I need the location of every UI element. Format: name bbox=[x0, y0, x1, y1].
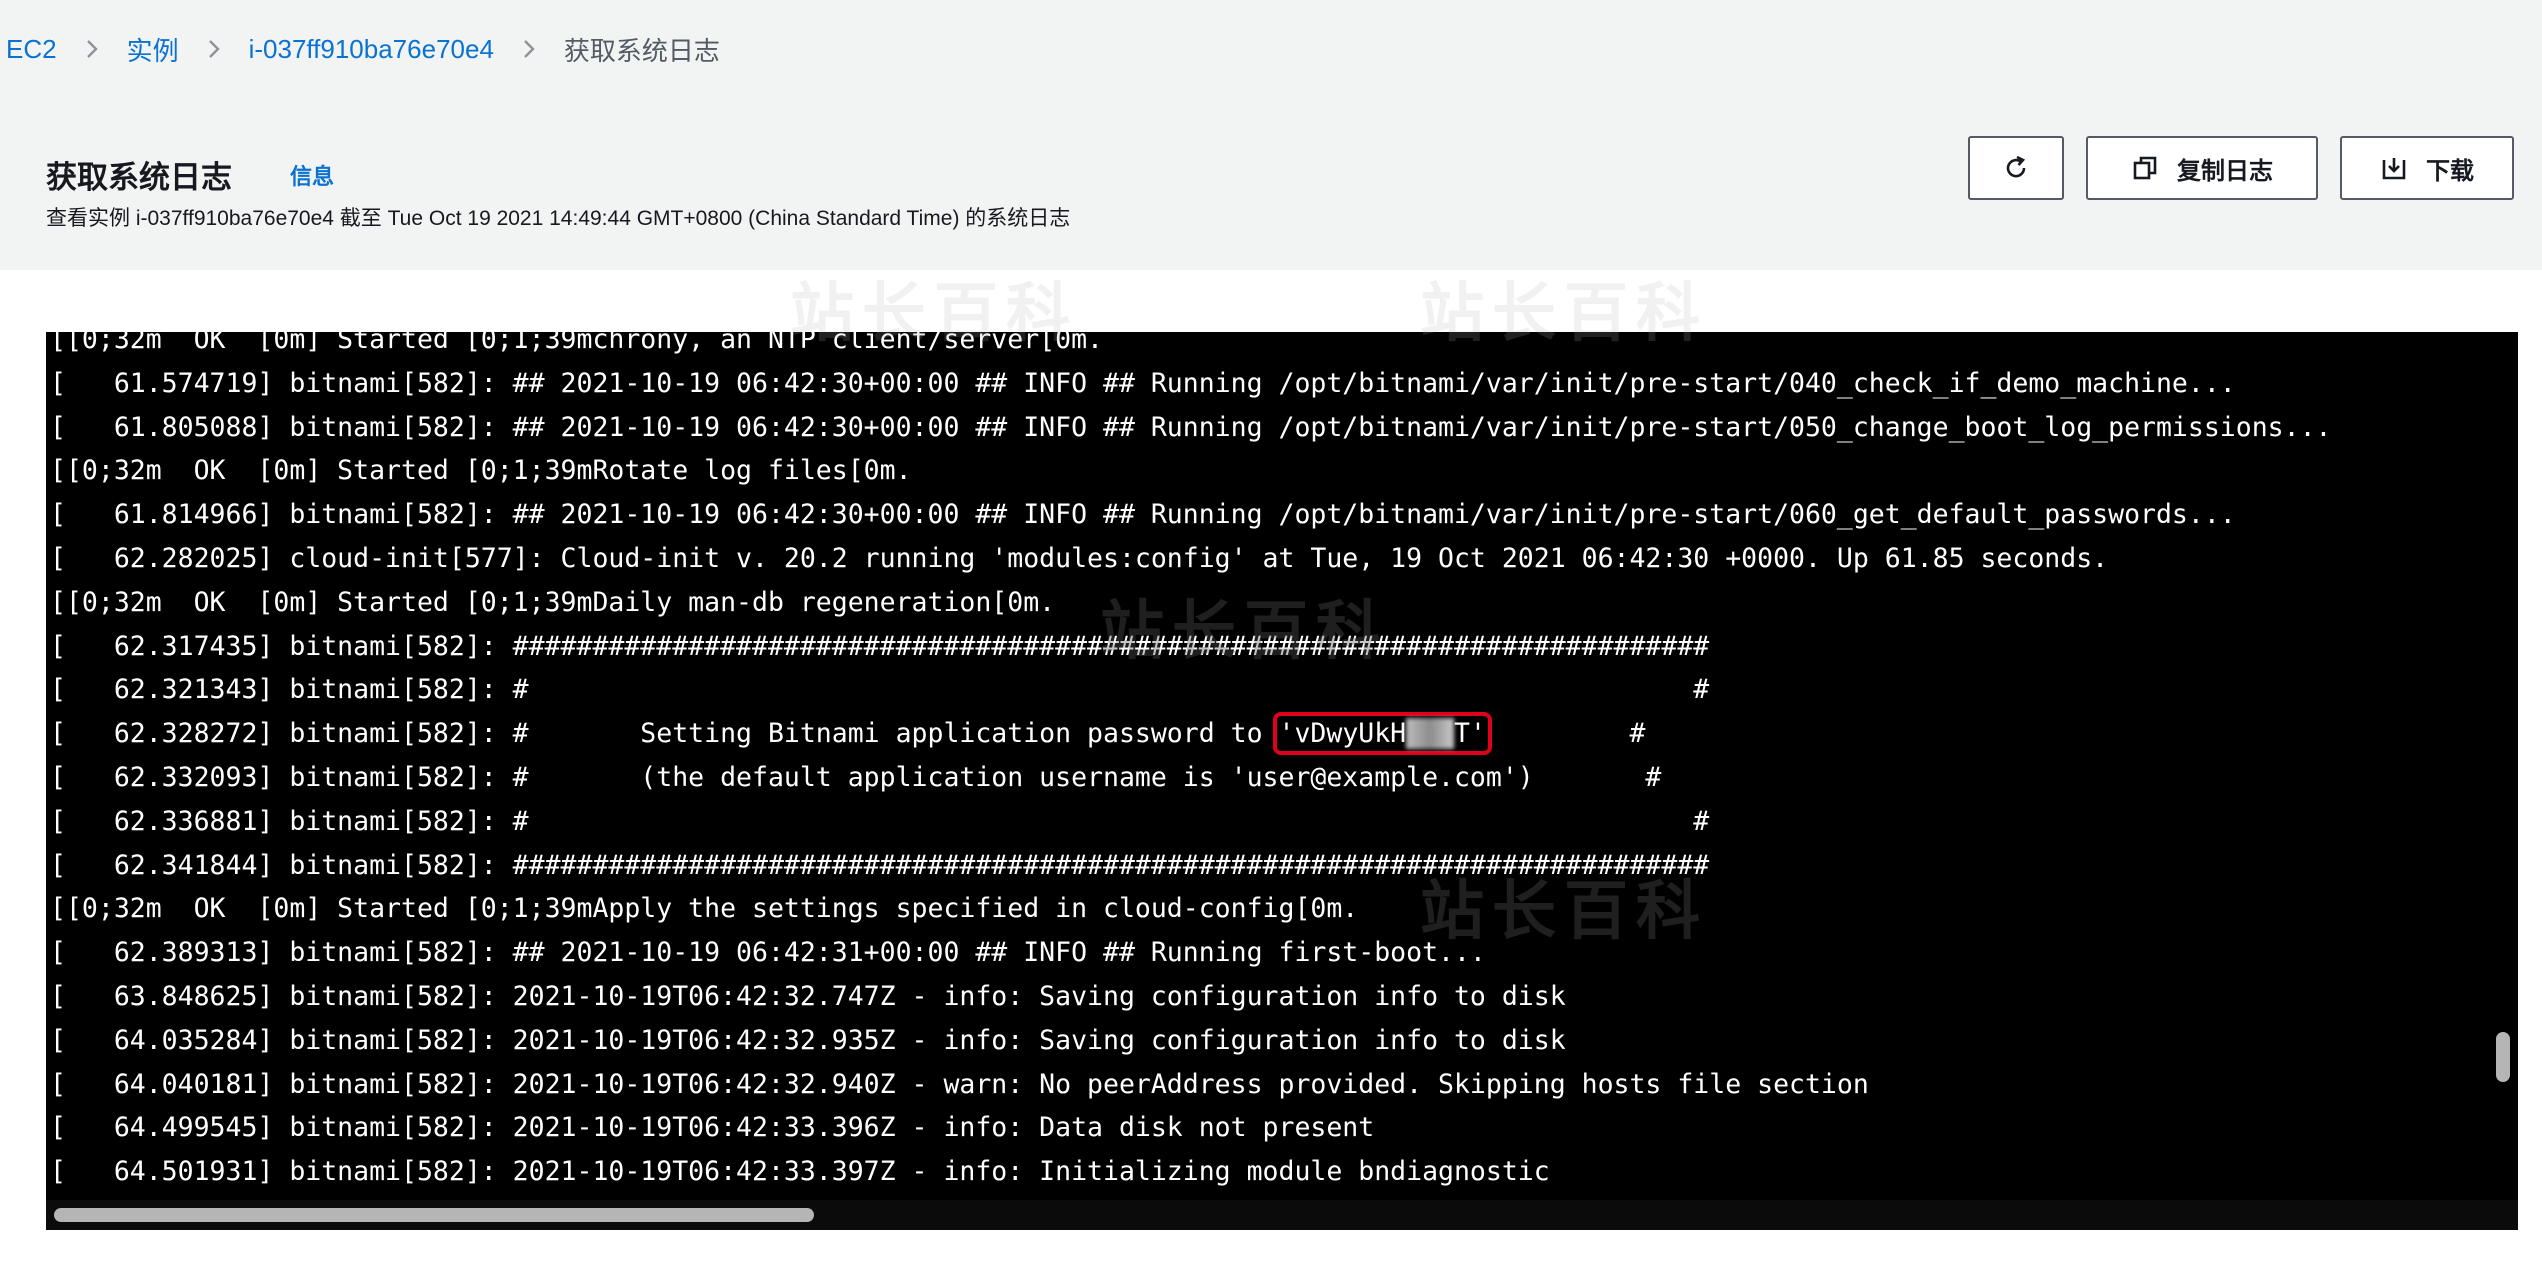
log-line: [[0;32m OK [0m] Started [0;1;39mDaily ma… bbox=[50, 586, 1056, 618]
password-redacted: XXX bbox=[1406, 718, 1455, 750]
log-line: [ 64.501931] bitnami[582]: 2021-10-19T06… bbox=[50, 1156, 1550, 1188]
log-line: [ 62.332093] bitnami[582]: # (the defaul… bbox=[50, 761, 1662, 793]
breadcrumb-current: 获取系统日志 bbox=[563, 35, 720, 66]
download-label: 下载 bbox=[2426, 157, 2474, 185]
log-line: [ 61.805088] bitnami[582]: ## 2021-10-19… bbox=[50, 411, 2332, 443]
system-log-page: EC2 实例 i-037ff910ba76e70e4 获取系统日志 获取系统日志… bbox=[0, 0, 2542, 1280]
log-line: [ 62.282025] cloud-init[577]: Cloud-init… bbox=[50, 542, 2109, 574]
breadcrumb-ec2[interactable]: EC2 bbox=[6, 34, 57, 65]
log-line: [ 62.389313] bitnami[582]: ## 2021-10-19… bbox=[50, 937, 1486, 969]
download-icon bbox=[2380, 154, 2408, 182]
password-tail: T' bbox=[1454, 718, 1486, 750]
page-description: 查看实例 i-037ff910ba76e70e4 截至 Tue Oct 19 2… bbox=[46, 207, 1071, 230]
password-visible: 'vDwyUkH bbox=[1278, 718, 1407, 750]
horizontal-scrollbar-thumb[interactable] bbox=[54, 1208, 814, 1222]
chevron-right-icon bbox=[518, 38, 540, 60]
copy-log-label: 复制日志 bbox=[2177, 157, 2273, 185]
log-line: [[0;32m OK [0m] Started [0;1;39mRotate l… bbox=[50, 455, 912, 487]
breadcrumb-instances[interactable]: 实例 bbox=[127, 31, 179, 68]
refresh-icon bbox=[2002, 154, 2030, 182]
breadcrumb-instance-id[interactable]: i-037ff910ba76e70e4 bbox=[249, 34, 494, 65]
log-line: [ 61.574719] bitnami[582]: ## 2021-10-19… bbox=[50, 367, 2236, 399]
log-line: [ 62.317435] bitnami[582]: #############… bbox=[50, 630, 1710, 662]
page-title: 获取系统日志 bbox=[46, 160, 232, 195]
refresh-button[interactable] bbox=[1968, 136, 2064, 200]
log-line: [[0;32m OK [0m] Started [0;1;39mApply th… bbox=[50, 893, 1359, 925]
info-link[interactable]: 信息 bbox=[290, 159, 334, 191]
highlighted-password: 'vDwyUkHXXXT' bbox=[1272, 712, 1492, 756]
log-line: [ 62.336881] bitnami[582]: # # bbox=[50, 805, 1710, 837]
log-line: [ 62.328272] bitnami[582]: # Setting Bit… bbox=[50, 712, 2331, 756]
log-line: [ 64.040181] bitnami[582]: 2021-10-19T06… bbox=[50, 1068, 1869, 1100]
system-log-output[interactable]: [[0;32m OK [0m] Started [0;1;39mchrony, … bbox=[46, 332, 2518, 1230]
log-line-suffix: # bbox=[1485, 718, 1646, 750]
vertical-scrollbar-thumb[interactable] bbox=[2496, 1032, 2510, 1082]
copy-log-button[interactable]: 复制日志 bbox=[2086, 136, 2318, 200]
log-line: [ 62.321343] bitnami[582]: # # bbox=[50, 674, 1710, 706]
log-line: [[0;32m OK [0m] Started [0;1;39mchrony, … bbox=[50, 332, 1103, 355]
log-line-prefix: [ 62.328272] bitnami[582]: # Setting Bit… bbox=[50, 718, 1279, 750]
chevron-right-icon bbox=[81, 38, 103, 60]
chevron-right-icon bbox=[203, 38, 225, 60]
page-header: 获取系统日志 信息 查看实例 i-037ff910ba76e70e4 截至 Tu… bbox=[0, 98, 2542, 270]
log-line: [ 61.814966] bitnami[582]: ## 2021-10-19… bbox=[50, 499, 2236, 531]
log-line: [ 62.341844] bitnami[582]: #############… bbox=[50, 849, 1710, 881]
log-line: [ 63.848625] bitnami[582]: 2021-10-19T06… bbox=[50, 980, 1566, 1012]
breadcrumb: EC2 实例 i-037ff910ba76e70e4 获取系统日志 bbox=[0, 0, 2542, 98]
download-button[interactable]: 下载 bbox=[2340, 136, 2514, 200]
log-lines: [[0;32m OK [0m] Started [0;1;39mchrony, … bbox=[50, 332, 2331, 1194]
copy-icon bbox=[2131, 154, 2159, 182]
log-line: [ 64.499545] bitnami[582]: 2021-10-19T06… bbox=[50, 1112, 1375, 1144]
log-line: [ 64.035284] bitnami[582]: 2021-10-19T06… bbox=[50, 1024, 1566, 1056]
horizontal-scrollbar[interactable] bbox=[46, 1200, 2518, 1230]
